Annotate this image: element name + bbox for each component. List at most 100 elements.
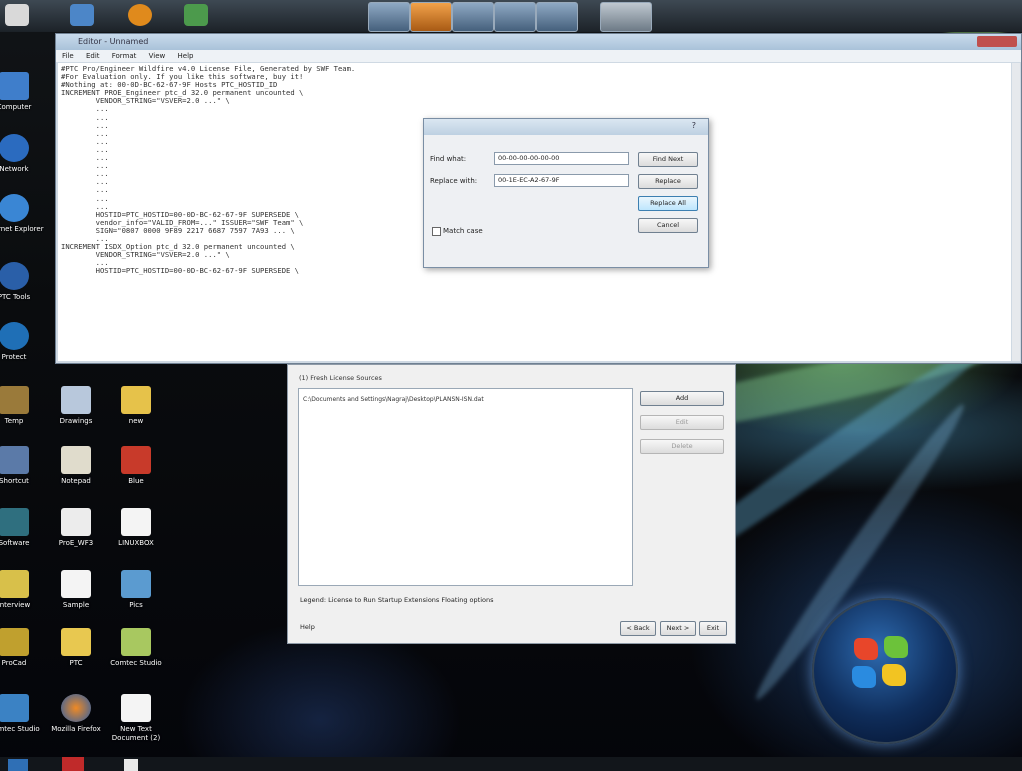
internet-explorer-icon xyxy=(0,194,29,222)
drawings-icon xyxy=(61,386,91,414)
desktop-icon[interactable]: Sample xyxy=(44,570,108,610)
logo-segment xyxy=(854,638,878,660)
shortcut-icon xyxy=(0,446,29,474)
desktop-icon[interactable]: LINUXBOX xyxy=(104,508,168,548)
notepad-titlebar[interactable]: Editor - Unnamed xyxy=(56,34,1021,50)
taskbar-button[interactable] xyxy=(452,2,494,32)
replace-input[interactable]: 00-1E-EC-A2-67-9F xyxy=(494,174,629,187)
taskbar-button[interactable] xyxy=(494,2,536,32)
app-icon[interactable] xyxy=(8,759,28,771)
desktop-icon[interactable]: PTC xyxy=(44,628,108,668)
desktop-icon[interactable]: ProCad xyxy=(0,628,46,668)
replace-all-button[interactable]: Replace All xyxy=(638,196,698,211)
exit-button[interactable]: Exit xyxy=(699,621,727,636)
software-icon xyxy=(0,508,29,536)
desktop-icon[interactable]: Drawings xyxy=(44,386,108,426)
blue-icon xyxy=(121,446,151,474)
windows-logo xyxy=(812,598,958,744)
folder-icon[interactable] xyxy=(70,4,94,26)
find-label: Find what: xyxy=(430,155,467,163)
desktop-icon[interactable]: Computer xyxy=(0,72,46,112)
document-icon xyxy=(121,508,151,536)
menu-edit[interactable]: Edit xyxy=(86,52,100,60)
cancel-button[interactable]: Cancel xyxy=(638,218,698,233)
find-input[interactable]: 00-00-00-00-00-00 xyxy=(494,152,629,165)
bottom-icons-strip xyxy=(0,757,1022,771)
menu-view[interactable]: View xyxy=(149,52,166,60)
app-icon[interactable] xyxy=(184,4,208,26)
window-icon xyxy=(61,508,91,536)
desktop-icon[interactable]: Internet Explorer xyxy=(0,194,46,234)
app-icon xyxy=(0,694,29,722)
license-sources-list[interactable]: C:\Documents and Settings\Nagraj\Desktop… xyxy=(298,388,633,586)
desktop-icon[interactable]: New Text Document (2) xyxy=(104,694,168,743)
document-icon[interactable] xyxy=(124,759,138,771)
desktop-icon[interactable]: Network xyxy=(0,134,46,174)
desktop-icon[interactable]: PTC Tools xyxy=(0,262,46,302)
desktop: Computer Network Internet Explorer PTC T… xyxy=(0,0,1022,771)
replace-button[interactable]: Replace xyxy=(638,174,698,189)
computer-icon[interactable] xyxy=(5,4,29,26)
folder-icon xyxy=(121,386,151,414)
desktop-icon[interactable]: Blue xyxy=(104,446,168,486)
add-button[interactable]: Add xyxy=(640,391,724,406)
license-sources-heading: (1) Fresh License Sources xyxy=(299,374,382,382)
media-player-icon[interactable] xyxy=(128,4,152,26)
taskbar-button[interactable] xyxy=(410,2,452,32)
taskbar-button[interactable] xyxy=(536,2,578,32)
desktop-icon[interactable]: Shortcut xyxy=(0,446,46,486)
delete-button[interactable]: Delete xyxy=(640,439,724,454)
text-line: ... xyxy=(61,104,118,114)
license-wizard: (1) Fresh License Sources C:\Documents a… xyxy=(287,364,736,644)
taskbar-button[interactable] xyxy=(600,2,652,32)
logo-segment xyxy=(884,636,908,658)
text-line: HOSTID=PTC_HOSTID=00-0D-BC-62-67-9F SUPE… xyxy=(61,266,299,276)
edit-button[interactable]: Edit xyxy=(640,415,724,430)
next-button[interactable]: Next > xyxy=(660,621,696,636)
pics-icon xyxy=(121,570,151,598)
text-line: VENDOR_STRING="VSVER=2.0 ..." \ xyxy=(61,96,230,106)
back-button[interactable]: < Back xyxy=(620,621,656,636)
desktop-icon[interactable]: new xyxy=(104,386,168,426)
desktop-icon[interactable]: Notepad xyxy=(44,446,108,486)
desktop-icon[interactable]: Protect xyxy=(0,322,46,362)
vertical-scrollbar[interactable] xyxy=(1012,63,1020,361)
desktop-icon[interactable]: ProE_WF3 xyxy=(44,508,108,548)
menu-format[interactable]: Format xyxy=(112,52,137,60)
desktop-icon[interactable]: Temp xyxy=(0,386,46,426)
desktop-icon[interactable]: Mozilla Firefox xyxy=(44,694,108,734)
find-next-button[interactable]: Find Next xyxy=(638,152,698,167)
menu-bar: File Edit Format View Help xyxy=(56,50,1021,62)
legend: Legend: License to Run Startup Extension… xyxy=(300,596,494,604)
desktop-icon[interactable]: Pics xyxy=(104,570,168,610)
logo-segment xyxy=(882,664,906,686)
comtec-icon xyxy=(121,628,151,656)
ptc-tools-icon xyxy=(0,262,29,290)
match-case-label: Match case xyxy=(443,227,483,235)
notepad-icon xyxy=(61,446,91,474)
menu-help[interactable]: Help xyxy=(178,52,194,60)
help-menu[interactable]: Help xyxy=(300,623,315,631)
network-icon xyxy=(0,134,29,162)
computer-icon xyxy=(0,72,29,100)
taskbar-button[interactable] xyxy=(368,2,410,32)
pdf-icon[interactable] xyxy=(62,757,84,771)
help-icon[interactable]: ? xyxy=(692,121,696,130)
replace-label: Replace with: xyxy=(430,177,478,185)
match-case-checkbox[interactable] xyxy=(432,227,441,236)
desktop-icon[interactable]: Software xyxy=(0,508,46,548)
logo-segment xyxy=(852,666,876,688)
desktop-icon[interactable]: Comtec Studio xyxy=(0,694,46,734)
interview-icon xyxy=(0,570,29,598)
text-document-icon xyxy=(121,694,151,722)
replace-dialog: ? Find what: 00-00-00-00-00-00 Replace w… xyxy=(423,118,709,268)
menu-file[interactable]: File xyxy=(62,52,74,60)
list-item[interactable]: C:\Documents and Settings\Nagraj\Desktop… xyxy=(303,396,484,403)
quick-launch-bar xyxy=(0,0,1022,32)
close-icon[interactable] xyxy=(977,36,1017,47)
firefox-icon xyxy=(61,694,91,722)
dialog-titlebar[interactable]: ? xyxy=(424,119,708,135)
desktop-icon[interactable]: Comtec Studio xyxy=(104,628,168,668)
document-icon xyxy=(61,570,91,598)
desktop-icon[interactable]: interview xyxy=(0,570,46,610)
